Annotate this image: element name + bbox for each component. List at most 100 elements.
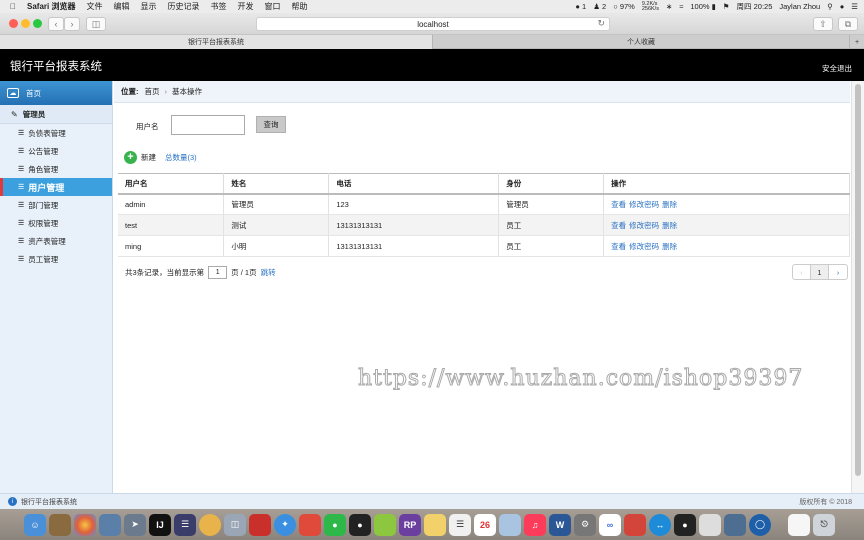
new-button[interactable]: 新建 <box>141 152 156 163</box>
app-menu[interactable]: Safari 浏览器 <box>27 1 75 12</box>
delete-link[interactable]: 删除 <box>662 200 677 209</box>
trash-icon[interactable]: ⎋ <box>813 513 835 536</box>
share-icon[interactable]: ⇧ <box>813 17 833 31</box>
sidebar-item-role[interactable]: ☰ 角色管理 <box>0 160 112 178</box>
sidebar-item-notice[interactable]: ☰ 公告管理 <box>0 142 112 160</box>
user-name[interactable]: Jaylan Zhou <box>779 2 820 11</box>
editor-icon[interactable]: ☰ <box>174 513 196 536</box>
breadcrumb-home[interactable]: 首页 <box>145 86 160 97</box>
cpu-status[interactable]: ○ 97% <box>613 2 635 11</box>
redis-icon[interactable] <box>249 513 271 536</box>
safari-icon[interactable]: ✦ <box>274 513 296 536</box>
sidebar-item-liability[interactable]: ☰ 负债表管理 <box>0 124 112 142</box>
view-link[interactable]: 查看 <box>611 200 626 209</box>
back-button[interactable]: ‹ <box>48 17 64 31</box>
menu-edit[interactable]: 编辑 <box>113 1 129 12</box>
tabs-overview-icon[interactable]: ⧉ <box>838 17 858 31</box>
calendar-icon[interactable]: 26 <box>474 513 496 536</box>
battery-status[interactable]: 100% ▮ <box>690 2 715 11</box>
menu-history[interactable]: 历史记录 <box>167 1 199 12</box>
new-tab-button[interactable]: + <box>850 35 864 49</box>
flag-icon[interactable]: ⚑ <box>723 2 730 11</box>
menu-develop[interactable]: 开发 <box>237 1 253 12</box>
menu-view[interactable]: 显示 <box>140 1 156 12</box>
jump-link[interactable]: 跳转 <box>261 267 276 278</box>
username-search-input[interactable] <box>171 115 245 135</box>
pigeon-icon[interactable] <box>199 513 221 536</box>
address-bar[interactable]: localhost ↻ <box>256 17 610 31</box>
people-status-icon[interactable]: ♟ 2 <box>593 2 606 11</box>
contacts-icon[interactable] <box>499 513 521 536</box>
scrollbar-thumb[interactable] <box>855 84 861 476</box>
spotlight-icon[interactable]: ⚲ <box>827 2 833 11</box>
menu-file[interactable]: 文件 <box>86 1 102 12</box>
close-window-button[interactable] <box>9 19 18 28</box>
delete-link[interactable]: 删除 <box>662 221 677 230</box>
next-page-button[interactable]: › <box>829 265 847 279</box>
apple-menu-icon[interactable]:  <box>10 2 16 11</box>
change-password-link[interactable]: 修改密码 <box>629 242 659 251</box>
tab-favorites[interactable]: 个人收藏 <box>433 35 850 49</box>
launchpad-icon[interactable]: ➤ <box>124 513 146 536</box>
reminders-icon[interactable]: ☰ <box>449 513 471 536</box>
word-icon[interactable]: W <box>549 513 571 536</box>
sidebar-item-asset[interactable]: ☰ 资产表管理 <box>0 232 112 250</box>
page-number-input[interactable]: 1 <box>208 265 228 279</box>
browser-icon[interactable]: ◯ <box>749 513 771 536</box>
intellij-icon[interactable]: IJ <box>149 513 171 536</box>
maps-icon[interactable] <box>299 513 321 536</box>
qq-icon[interactable]: ● <box>349 513 371 536</box>
add-icon[interactable]: + <box>124 150 137 164</box>
music-icon[interactable]: ♫ <box>524 513 546 536</box>
change-password-link[interactable]: 修改密码 <box>629 221 659 230</box>
finder-icon[interactable]: ☺ <box>24 513 46 536</box>
view-link[interactable]: 查看 <box>611 242 626 251</box>
screenshot-icon[interactable] <box>724 513 746 536</box>
sidebar-home[interactable]: ☁ 首页 <box>0 81 112 105</box>
sidebar-item-employee[interactable]: ☰ 员工管理 <box>0 250 112 268</box>
page-1-button[interactable]: 1 <box>811 265 829 279</box>
qq-second-icon[interactable]: ● <box>674 513 696 536</box>
axure-icon[interactable]: RP <box>399 513 421 536</box>
photos-icon[interactable] <box>74 513 96 536</box>
datetime[interactable]: 周四 20:25 <box>737 1 773 12</box>
preview-icon[interactable] <box>99 513 121 536</box>
wifi-icon[interactable]: ≈ <box>679 2 683 11</box>
delete-link[interactable]: 删除 <box>662 242 677 251</box>
notification-center-icon[interactable]: ☰ <box>851 2 858 11</box>
query-button[interactable]: 查询 <box>256 116 286 133</box>
total-count-link[interactable]: 总数量(3) <box>165 152 197 163</box>
wechat-status-icon[interactable]: ● 1 <box>575 2 586 11</box>
menu-window[interactable]: 窗口 <box>264 1 280 12</box>
prev-page-button[interactable]: ‹ <box>793 265 811 279</box>
sidebar-item-permission[interactable]: ☰ 权限管理 <box>0 214 112 232</box>
document-icon[interactable] <box>788 513 810 536</box>
text-editor-icon[interactable] <box>699 513 721 536</box>
bluetooth-icon[interactable]: ∗ <box>666 2 672 11</box>
notes-icon[interactable] <box>49 513 71 536</box>
zoom-window-button[interactable] <box>33 19 42 28</box>
sidebar-group-admin[interactable]: ✎ 管理员 <box>0 105 112 124</box>
tab-bank-report[interactable]: 银行平台报表系统 <box>0 35 433 49</box>
sidebar-item-user[interactable]: ☰ 用户管理 <box>0 178 112 196</box>
menu-help[interactable]: 帮助 <box>291 1 307 12</box>
logout-link[interactable]: 安全退出 <box>822 63 852 74</box>
reload-icon[interactable]: ↻ <box>597 18 605 29</box>
database-icon[interactable]: ◫ <box>224 513 246 536</box>
sidebar-toggle-icon[interactable]: ◫ <box>86 17 106 31</box>
screen-share-icon[interactable] <box>624 513 646 536</box>
change-password-link[interactable]: 修改密码 <box>629 200 659 209</box>
stickies-icon[interactable] <box>424 513 446 536</box>
teamviewer-icon[interactable]: ↔ <box>649 513 671 536</box>
menu-bookmarks[interactable]: 书签 <box>210 1 226 12</box>
siri-icon[interactable]: ● <box>840 2 845 11</box>
page-scrollbar[interactable] <box>851 81 864 493</box>
sidebar-item-department[interactable]: ☰ 部门管理 <box>0 196 112 214</box>
wechat-icon[interactable]: ● <box>324 513 346 536</box>
system-preferences-icon[interactable]: ⚙ <box>574 513 596 536</box>
baidu-netdisk-icon[interactable]: ∞ <box>599 513 621 536</box>
minimize-window-button[interactable] <box>21 19 30 28</box>
view-link[interactable]: 查看 <box>611 221 626 230</box>
forward-button[interactable]: › <box>64 17 80 31</box>
maps-app-icon[interactable] <box>374 513 396 536</box>
